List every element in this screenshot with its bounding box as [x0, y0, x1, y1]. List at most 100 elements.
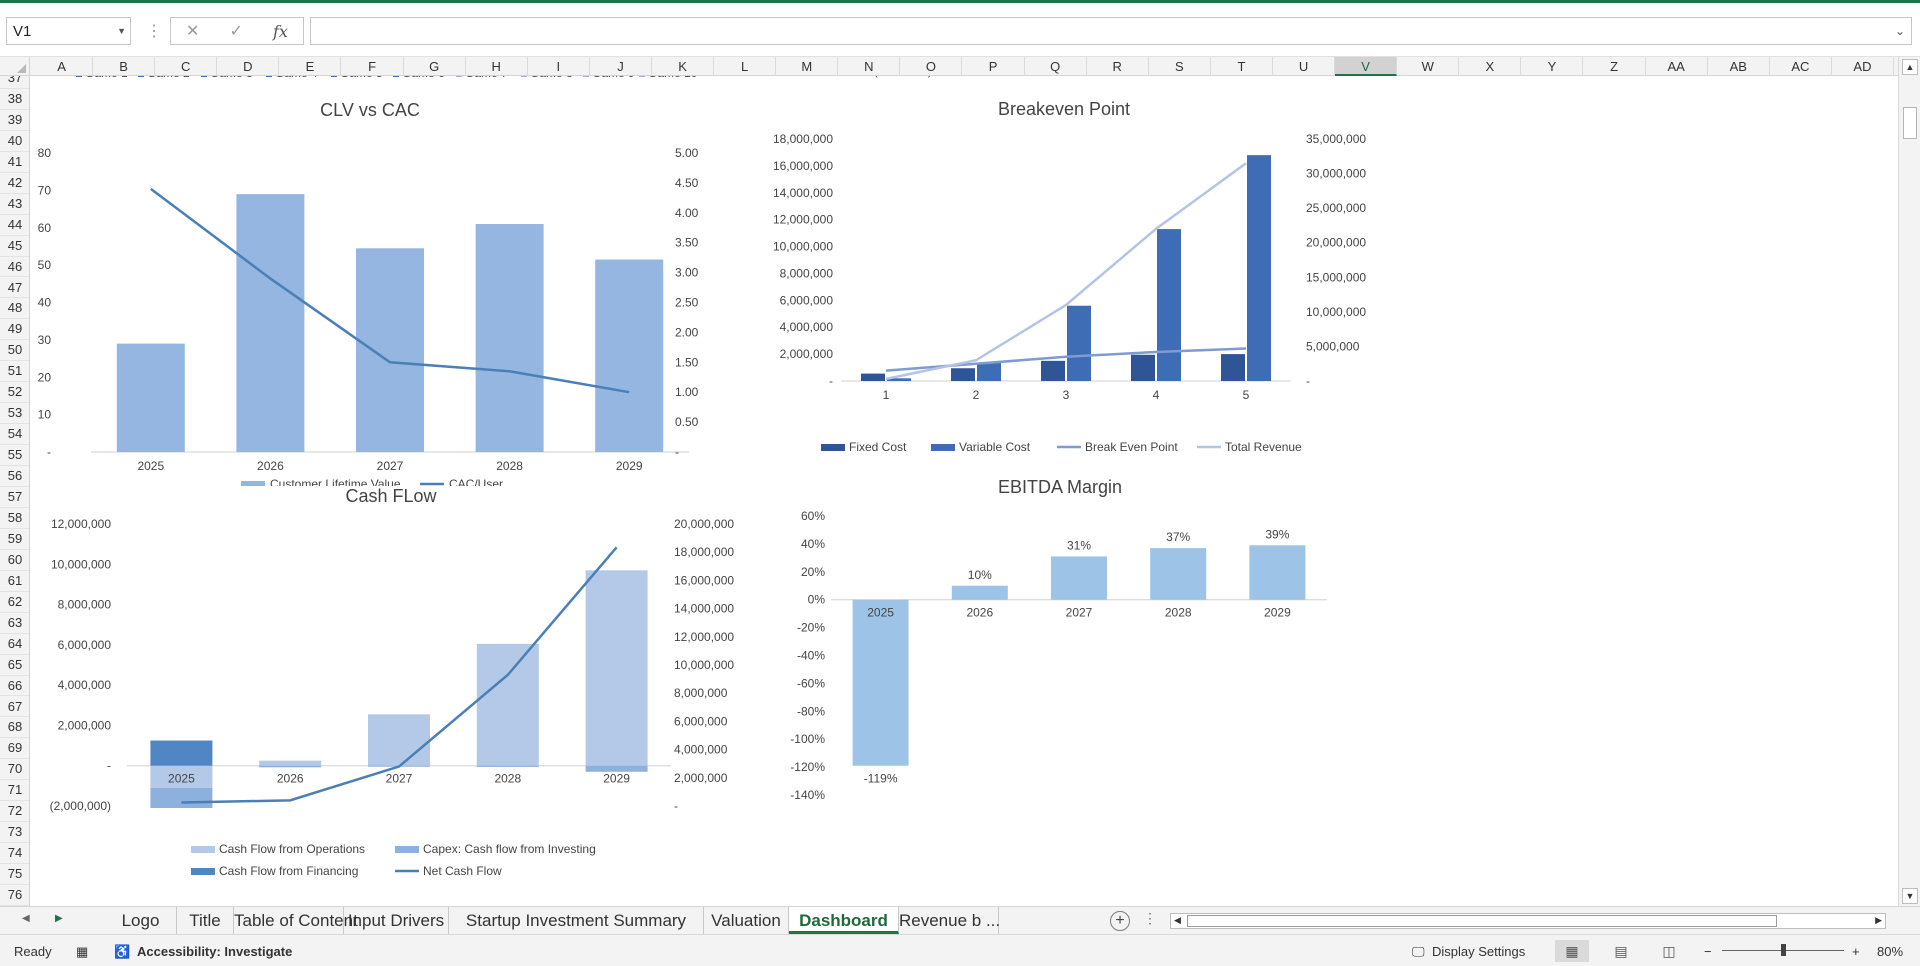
row-header-56[interactable]: 56 [0, 466, 29, 487]
column-header-w[interactable]: W [1397, 57, 1460, 76]
horizontal-scrollbar[interactable]: ◀ ▶ [1170, 913, 1886, 929]
formula-input[interactable]: ⌄ [310, 17, 1912, 45]
scroll-up-icon[interactable]: ▲ [1902, 59, 1918, 75]
row-header-73[interactable]: 73 [0, 822, 29, 844]
cancel-icon[interactable]: ✕ [186, 21, 199, 41]
row-header-55[interactable]: 55 [0, 445, 29, 467]
row-header-71[interactable]: 71 [0, 780, 29, 802]
row-header-48[interactable]: 48 [0, 298, 29, 320]
row-header-40[interactable]: 40 [0, 131, 29, 152]
column-header-y[interactable]: Y [1521, 57, 1584, 76]
column-header-e[interactable]: E [279, 57, 342, 76]
row-header-44[interactable]: 44 [0, 215, 29, 236]
more-options-icon[interactable]: ⋮ [146, 21, 162, 41]
column-header-aa[interactable]: AA [1646, 57, 1708, 76]
column-header-i[interactable]: I [528, 57, 590, 76]
row-header-70[interactable]: 70 [0, 759, 29, 781]
prev-sheet-icon[interactable]: ◀ [22, 913, 30, 924]
row-header-41[interactable]: 41 [0, 152, 29, 173]
zoom-knob[interactable] [1781, 944, 1786, 956]
select-all-button[interactable] [0, 57, 30, 76]
zoom-level[interactable]: 80% [1877, 944, 1903, 959]
accessibility-status[interactable]: Accessibility: Investigate [137, 944, 292, 959]
column-header-h[interactable]: H [466, 57, 528, 76]
vertical-scrollbar[interactable]: ▲ ▼ [1898, 57, 1920, 906]
row-header-59[interactable]: 59 [0, 529, 29, 550]
row-header-42[interactable]: 42 [0, 173, 29, 194]
row-header-58[interactable]: 58 [0, 508, 29, 529]
row-header-43[interactable]: 43 [0, 194, 29, 215]
chart-clv-vs-cac[interactable]: CLV vs CAC-1020304050607080-0.501.001.50… [31, 86, 721, 491]
row-header-50[interactable]: 50 [0, 340, 29, 362]
column-header-n[interactable]: N [838, 57, 901, 76]
row-header-65[interactable]: 65 [0, 655, 29, 676]
chevron-down-icon[interactable]: ▼ [117, 26, 126, 36]
scroll-down-icon[interactable]: ▼ [1902, 888, 1918, 904]
chart-ebitda-margin[interactable]: EBITDA Margin -140% -120% -100% -80% -60% -40%… [731, 471, 1351, 831]
row-header-52[interactable]: 52 [0, 382, 29, 404]
row-header-67[interactable]: 67 [0, 697, 29, 718]
sheet-tab-dashboard[interactable]: Dashboard [789, 907, 899, 934]
column-header-b[interactable]: B [93, 57, 156, 76]
row-header-57[interactable]: 57 [0, 487, 29, 508]
row-header-46[interactable]: 46 [0, 257, 29, 278]
sheet-tab-table-of-content[interactable]: Table of Content [234, 907, 358, 934]
normal-view-button[interactable]: ▦ [1555, 940, 1589, 962]
row-header-47[interactable]: 47 [0, 278, 29, 299]
next-sheet-icon[interactable]: ▶ [55, 913, 63, 924]
enter-icon[interactable]: ✓ [230, 21, 243, 41]
expand-formula-icon[interactable]: ⌄ [1895, 24, 1905, 38]
column-header-m[interactable]: M [776, 57, 839, 76]
add-sheet-button[interactable]: + [1110, 911, 1130, 931]
row-header-49[interactable]: 49 [0, 319, 29, 341]
scroll-right-icon[interactable]: ▶ [1875, 915, 1882, 926]
sheet-tab-valuation[interactable]: Valuation [704, 907, 789, 934]
column-header-p[interactable]: P [963, 57, 1025, 76]
column-header-a[interactable]: A [31, 57, 94, 76]
scroll-thumb[interactable] [1903, 107, 1917, 139]
column-header-x[interactable]: X [1459, 57, 1522, 76]
macro-record-icon[interactable]: ▦ [76, 944, 88, 960]
column-header-v[interactable]: V [1335, 57, 1398, 76]
more-tabs-icon[interactable]: ⋮ [1143, 910, 1157, 927]
sheet-tab-startup-investment-summary[interactable]: Startup Investment Summary [449, 907, 704, 934]
row-header-61[interactable]: 61 [0, 571, 29, 592]
row-header-54[interactable]: 54 [0, 424, 29, 446]
column-header-o[interactable]: O [900, 57, 963, 76]
row-header-75[interactable]: 75 [0, 864, 29, 886]
column-header-z[interactable]: Z [1584, 57, 1646, 76]
row-header-38[interactable]: 38 [0, 89, 29, 110]
zoom-in-button[interactable]: + [1852, 944, 1860, 959]
column-header-l[interactable]: L [714, 57, 777, 76]
row-header-76[interactable]: 76 [0, 885, 29, 906]
row-header-64[interactable]: 64 [0, 634, 29, 655]
row-header-39[interactable]: 39 [0, 110, 29, 131]
row-header-51[interactable]: 51 [0, 361, 29, 383]
row-header-53[interactable]: 53 [0, 403, 29, 425]
column-header-t[interactable]: T [1211, 57, 1273, 76]
row-header-69[interactable]: 69 [0, 738, 29, 760]
column-header-u[interactable]: U [1273, 57, 1336, 76]
chart-cash-flow[interactable]: Cash FLow (2,000,000) - 2,000,000 4,000,000 6… [31, 486, 751, 888]
scroll-left-icon[interactable]: ◀ [1174, 915, 1181, 926]
row-header-68[interactable]: 68 [0, 717, 29, 739]
accessibility-icon[interactable]: ♿ [114, 944, 130, 960]
column-header-k[interactable]: K [652, 57, 715, 76]
display-settings-icon[interactable]: 🖵 [1412, 944, 1425, 960]
row-header-45[interactable]: 45 [0, 236, 29, 257]
hscroll-thumb[interactable] [1187, 915, 1777, 927]
chart-breakeven-point[interactable]: Breakeven Point - 2,000,000 4,000,000 6,000,… [731, 84, 1391, 464]
column-header-j[interactable]: J [590, 57, 652, 76]
sheet-tab-title[interactable]: Title [177, 907, 234, 934]
name-box[interactable]: V1 ▼ [6, 17, 131, 45]
row-header-37[interactable]: 37 [0, 76, 29, 89]
column-header-ad[interactable]: AD [1832, 57, 1894, 76]
sheet-tab-logo[interactable]: Logo [105, 907, 177, 934]
page-break-preview-button[interactable]: ◫ [1652, 940, 1686, 962]
column-header-c[interactable]: C [155, 57, 218, 76]
column-header-d[interactable]: D [217, 57, 280, 76]
display-settings-button[interactable]: Display Settings [1432, 944, 1525, 959]
row-header-74[interactable]: 74 [0, 843, 29, 865]
column-header-ac[interactable]: AC [1770, 57, 1832, 76]
column-header-f[interactable]: F [342, 57, 404, 76]
